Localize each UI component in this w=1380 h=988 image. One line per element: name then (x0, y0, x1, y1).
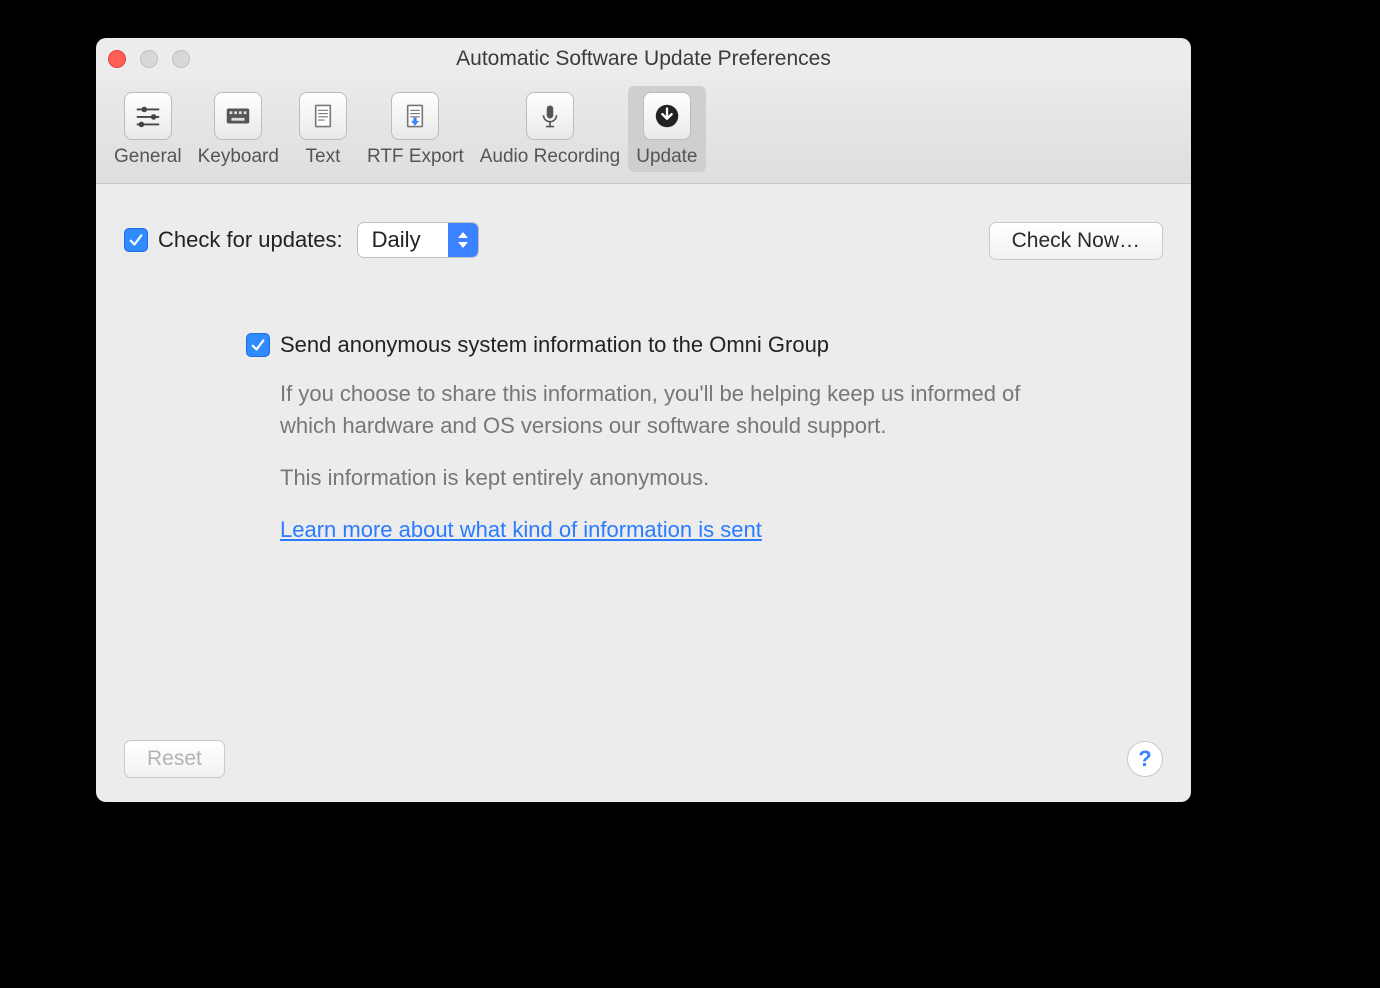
preferences-window: Automatic Software Update Preferences Ge… (96, 38, 1191, 802)
check-updates-label: Check for updates: (158, 227, 343, 253)
learn-more-link[interactable]: Learn more about what kind of informatio… (280, 517, 762, 542)
rtf-export-icon (391, 92, 439, 140)
minimize-window-button[interactable] (140, 50, 158, 68)
check-updates-checkbox[interactable] (124, 228, 148, 252)
tab-label: RTF Export (367, 146, 464, 168)
footer: Reset ? (124, 740, 1163, 778)
tab-label: Update (636, 146, 697, 168)
close-window-button[interactable] (108, 50, 126, 68)
checkmark-icon (127, 231, 145, 249)
tab-text[interactable]: Text (287, 86, 359, 172)
window-title: Automatic Software Update Preferences (96, 47, 1191, 71)
tab-label: General (114, 146, 182, 168)
tab-keyboard[interactable]: Keyboard (190, 86, 287, 172)
sliders-icon (124, 92, 172, 140)
document-icon (299, 92, 347, 140)
update-frequency-select[interactable]: Daily (357, 222, 479, 258)
tab-label: Text (306, 146, 341, 168)
help-button[interactable]: ? (1127, 741, 1163, 777)
tab-audio-recording[interactable]: Audio Recording (472, 86, 628, 172)
tab-label: Keyboard (198, 146, 279, 168)
tab-label: Audio Recording (480, 146, 620, 168)
download-icon (643, 92, 691, 140)
reset-button[interactable]: Reset (124, 740, 225, 778)
description-text-1: If you choose to share this information,… (280, 378, 1066, 442)
traffic-lights (108, 50, 190, 68)
description-text-2: This information is kept entirely anonym… (280, 462, 1066, 494)
update-frequency-value: Daily (358, 223, 448, 257)
microphone-icon (526, 92, 574, 140)
anonymous-section: Send anonymous system information to the… (246, 332, 1066, 546)
zoom-window-button[interactable] (172, 50, 190, 68)
tab-update[interactable]: Update (628, 86, 705, 172)
content: Check for updates: Daily Check Now… Send… (96, 184, 1191, 802)
keyboard-icon (214, 92, 262, 140)
titlebar: Automatic Software Update Preferences (96, 38, 1191, 80)
tab-general[interactable]: General (106, 86, 190, 172)
check-now-button[interactable]: Check Now… (989, 222, 1163, 260)
stepper-icon (448, 223, 478, 257)
send-anonymous-checkbox[interactable] (246, 333, 270, 357)
checkmark-icon (249, 336, 267, 354)
tab-rtf-export[interactable]: RTF Export (359, 86, 472, 172)
send-anonymous-label: Send anonymous system information to the… (280, 332, 829, 358)
toolbar: General Keyboard Text RTF Export Audio R (96, 80, 1191, 184)
